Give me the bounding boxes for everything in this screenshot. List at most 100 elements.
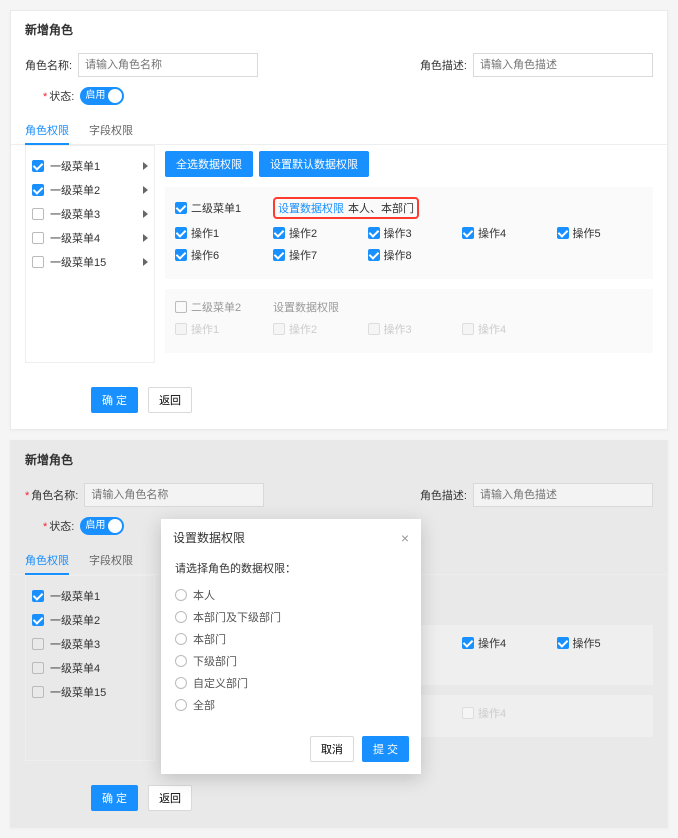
submenu-group-2: 二级菜单2 设置数据权限 操作1 操作2 操作3 操作4: [165, 289, 653, 353]
menu-item-1[interactable]: 一级菜单1: [32, 584, 148, 608]
field-status: 状态: 启用: [43, 87, 124, 105]
checkbox-icon[interactable]: [557, 637, 569, 649]
checkbox-icon[interactable]: [462, 227, 474, 239]
checkbox-icon[interactable]: [32, 686, 44, 698]
checkbox-icon[interactable]: [273, 249, 285, 261]
switch-text: 启用: [85, 87, 105, 105]
chevron-right-icon: [143, 162, 148, 170]
menu-item-3[interactable]: 一级菜单3: [32, 202, 148, 226]
back-button[interactable]: 返回: [148, 785, 192, 811]
checkbox-icon[interactable]: [175, 227, 187, 239]
op-cell-disabled: 操作4: [462, 705, 549, 721]
checkbox-icon: [273, 323, 285, 335]
menu-item-2[interactable]: 一级菜单2: [32, 178, 148, 202]
submenu-group-1: 二级菜单1 设置数据权限 本人、本部门 操作1 操作2 操作3 操作4 操作5: [165, 187, 653, 279]
checkbox-icon[interactable]: [557, 227, 569, 239]
chevron-right-icon: [143, 258, 148, 266]
cancel-button[interactable]: 取消: [310, 736, 354, 762]
status-switch[interactable]: 启用: [80, 87, 124, 105]
checkbox-icon[interactable]: [368, 227, 380, 239]
checkbox-icon[interactable]: [32, 638, 44, 650]
role-desc-input[interactable]: [473, 53, 653, 77]
submit-button[interactable]: 提 交: [362, 736, 409, 762]
submenu-row-head: 二级菜单1 设置数据权限 本人、本部门: [175, 197, 643, 219]
close-icon[interactable]: ×: [401, 530, 409, 546]
menu-label: 一级菜单4: [50, 230, 100, 246]
checkbox-icon[interactable]: [273, 227, 285, 239]
checkbox-icon[interactable]: [32, 232, 44, 244]
checkbox-icon[interactable]: [175, 301, 187, 313]
back-button[interactable]: 返回: [148, 387, 192, 413]
menu-item-1[interactable]: 一级菜单1: [32, 154, 148, 178]
ok-button[interactable]: 确 定: [91, 387, 138, 413]
op-cell-disabled: 操作1: [175, 321, 265, 337]
radio-option-3[interactable]: 下级部门: [175, 650, 407, 672]
select-all-data-perm-button[interactable]: 全选数据权限: [165, 151, 253, 177]
checkbox-icon[interactable]: [32, 590, 44, 602]
tab-role-perm[interactable]: 角色权限: [25, 546, 69, 574]
submenu-head: 二级菜单1: [175, 200, 265, 216]
tab-field-perm[interactable]: 字段权限: [89, 546, 133, 574]
menu-item-5[interactable]: 一级菜单15: [32, 680, 148, 704]
checkbox-icon[interactable]: [368, 249, 380, 261]
radio-option-1[interactable]: 本部门及下级部门: [175, 606, 407, 628]
radio-option-0[interactable]: 本人: [175, 584, 407, 606]
op-cell: 操作1: [175, 225, 265, 241]
op-cell: 操作2: [273, 225, 360, 241]
checkbox-icon[interactable]: [32, 614, 44, 626]
field-status: 状态: 启用: [43, 517, 124, 535]
checkbox-icon[interactable]: [32, 184, 44, 196]
set-data-perm-disabled: 设置数据权限: [273, 299, 643, 315]
set-default-data-perm-button[interactable]: 设置默认数据权限: [259, 151, 369, 177]
checkbox-icon: [462, 323, 474, 335]
submenu-label-2: 二级菜单2: [191, 299, 241, 315]
set-data-perm-link[interactable]: 设置数据权限: [278, 200, 344, 216]
panel-title: 新增角色: [11, 441, 667, 478]
role-desc-input[interactable]: [473, 483, 653, 507]
menu-item-4[interactable]: 一级菜单4: [32, 656, 148, 680]
menu-item-5[interactable]: 一级菜单15: [32, 250, 148, 274]
action-buttons: 全选数据权限 设置默认数据权限: [165, 151, 653, 177]
menu-list: 一级菜单1 一级菜单2 一级菜单3 一级菜单4 一级菜单15: [25, 575, 155, 761]
panel-new-role-1: 新增角色 角色名称: 角色描述: 状态: 启用 角色权限 字段权限 一级菜单1: [10, 10, 668, 430]
menu-item-3[interactable]: 一级菜单3: [32, 632, 148, 656]
chevron-right-icon: [143, 234, 148, 242]
op-cell: 操作5: [557, 635, 644, 651]
op-cell: 操作6: [175, 247, 265, 263]
role-name-input[interactable]: [78, 53, 258, 77]
radio-option-2[interactable]: 本部门: [175, 628, 407, 650]
radio-option-5[interactable]: 全部: [175, 694, 407, 716]
checkbox-icon[interactable]: [32, 208, 44, 220]
radio-icon: [175, 589, 187, 601]
checkbox-icon[interactable]: [32, 160, 44, 172]
checkbox-icon: [462, 707, 474, 719]
ok-button[interactable]: 确 定: [91, 785, 138, 811]
status-switch[interactable]: 启用: [80, 517, 124, 535]
checkbox-icon[interactable]: [32, 662, 44, 674]
radio-option-4[interactable]: 自定义部门: [175, 672, 407, 694]
switch-knob: [108, 519, 122, 533]
checkbox-icon[interactable]: [175, 202, 187, 214]
modal-header: 设置数据权限 ×: [161, 519, 421, 556]
op-cell: 操作7: [273, 247, 360, 263]
footer-buttons: 确 定 返回: [11, 775, 667, 827]
switch-text: 启用: [85, 517, 105, 535]
permission-detail: 全选数据权限 设置默认数据权限 二级菜单1 设置数据权限 本人、本部门 操作1 …: [165, 145, 653, 363]
checkbox-icon[interactable]: [462, 637, 474, 649]
menu-item-2[interactable]: 一级菜单2: [32, 608, 148, 632]
checkbox-icon[interactable]: [32, 256, 44, 268]
tab-field-perm[interactable]: 字段权限: [89, 116, 133, 144]
tab-role-perm[interactable]: 角色权限: [25, 116, 69, 144]
submenu-label: 二级菜单1: [191, 200, 241, 216]
role-name-input[interactable]: [84, 483, 264, 507]
op-cell: 操作8: [368, 247, 455, 263]
form-row-name-desc: 角色名称: 角色描述:: [11, 48, 667, 82]
menu-item-4[interactable]: 一级菜单4: [32, 226, 148, 250]
data-perm-modal: 设置数据权限 × 请选择角色的数据权限： 本人 本部门及下级部门 本部门 下级部…: [161, 519, 421, 774]
op-cell-disabled: 操作4: [462, 321, 549, 337]
checkbox-icon[interactable]: [175, 249, 187, 261]
status-label: 状态:: [43, 518, 74, 534]
op-cell: 操作4: [462, 635, 549, 651]
op-row-disabled: 操作1 操作2 操作3 操作4: [175, 321, 643, 337]
modal-prompt: 请选择角色的数据权限：: [175, 560, 407, 576]
